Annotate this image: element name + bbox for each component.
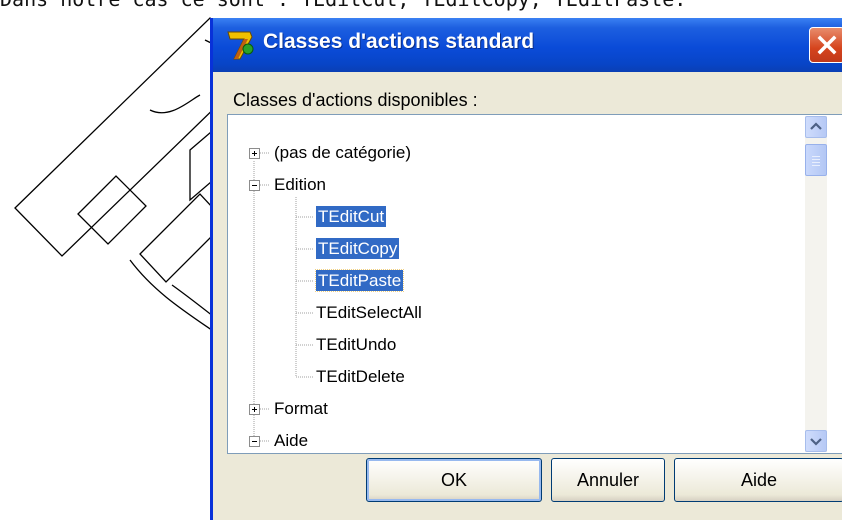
expand-pas-de-categorie[interactable] [249, 148, 260, 159]
tree-item-label: TEditPaste [314, 269, 405, 292]
close-button[interactable] [809, 27, 842, 63]
cancel-button[interactable]: Annuler [551, 458, 665, 502]
cancel-button-label: Annuler [576, 470, 640, 490]
tree-item-label: TEditCopy [316, 238, 400, 259]
plus-box-icon [252, 151, 257, 156]
minus-box-icon [252, 441, 257, 442]
minus-box-icon [252, 185, 257, 186]
tree-item-teditdelete[interactable]: TEditDelete [316, 365, 405, 389]
tree-item-edition[interactable]: Edition [274, 173, 326, 197]
tree-item-label: TEditDelete [316, 367, 405, 386]
tree-item-pas-de-categorie[interactable]: (pas de catégorie) [274, 141, 411, 165]
tree-item-label: (pas de catégorie) [274, 143, 412, 162]
tree-item-label: Edition [274, 175, 326, 194]
tree-item-teditselectall[interactable]: TEditSelectAll [316, 301, 422, 325]
tree-item-label: Format [274, 399, 328, 418]
help-button[interactable]: Aide [674, 458, 842, 502]
available-classes-label-text: Classes d'actions disponibles : [233, 90, 478, 110]
tree-item-label: TEditSelectAll [316, 303, 422, 322]
action-classes-tree[interactable]: (pas de catégorie) Edition TEditCut TEdi… [227, 114, 842, 454]
tree-item-teditcopy[interactable]: TEditCopy [316, 237, 400, 261]
ok-button[interactable]: OK [366, 458, 542, 502]
available-classes-label: Classes d'actions disponibles : [233, 90, 478, 111]
tree-item-teditpaste[interactable]: TEditPaste [314, 269, 405, 293]
collapse-aide[interactable] [249, 436, 260, 447]
vertical-scrollbar[interactable] [805, 116, 827, 452]
expand-format[interactable] [249, 404, 260, 415]
tree-item-teditundo[interactable]: TEditUndo [316, 333, 396, 357]
close-x-icon [817, 35, 837, 55]
tree-item-label: TEditCut [316, 206, 387, 227]
tree-item-teditcut[interactable]: TEditCut [316, 205, 387, 229]
dialog-title: Classes d'actions standard [263, 30, 535, 53]
title-bar[interactable]: Classes d'actions standard [213, 18, 842, 72]
scroll-up-button[interactable] [805, 116, 827, 138]
standard-action-classes-dialog: Classes d'actions standard Classes d'act… [210, 18, 842, 520]
document-text-line: Dans notre cas ce sont : TEditCut, TEdit… [0, 0, 842, 14]
scroll-thumb[interactable] [805, 144, 827, 176]
arrow-up-icon [810, 122, 822, 130]
delphi-7-icon [227, 31, 254, 60]
scroll-down-button[interactable] [805, 430, 827, 452]
document-line-text: Dans notre cas ce sont : TEditCut, TEdit… [0, 0, 686, 14]
collapse-edition[interactable] [249, 180, 260, 191]
arrow-down-icon [810, 438, 822, 446]
tree-item-label: TEditUndo [316, 335, 397, 354]
tree-item-aide[interactable]: Aide [274, 429, 308, 453]
ok-button-label: OK [440, 470, 467, 490]
tree-item-label: Aide [274, 431, 309, 450]
tree-item-format[interactable]: Format [274, 397, 328, 421]
plus-box-icon [252, 407, 257, 412]
help-button-label: Aide [740, 470, 778, 490]
